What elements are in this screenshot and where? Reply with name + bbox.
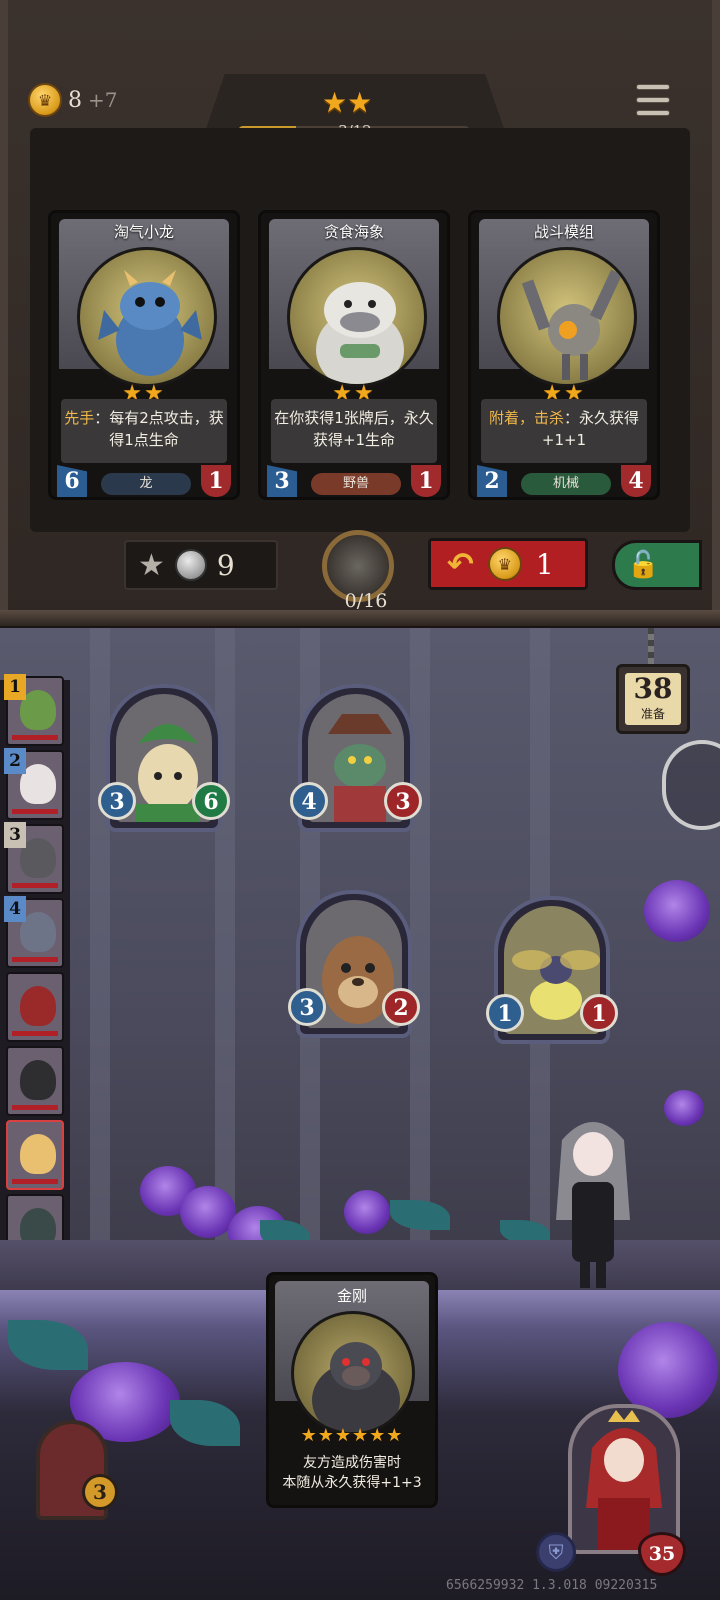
minion-health: 3	[384, 782, 422, 820]
minion-health: 2	[382, 988, 420, 1026]
roster-slot[interactable]: 2	[4, 748, 64, 820]
health-bar	[12, 1031, 58, 1036]
card-tribe: 龙	[101, 473, 191, 495]
minion-health: 1	[580, 994, 618, 1032]
card-health: 4	[621, 465, 651, 497]
tier-stars: ★★	[322, 86, 373, 119]
health-bar	[12, 1105, 58, 1110]
shield-icon[interactable]: ⛨	[536, 1532, 576, 1572]
build-id: 6566259932 1.3.018 09220315	[446, 1578, 658, 1593]
card-desc-text: 在你获得1张牌后，永久获得+1生命	[274, 409, 434, 449]
robot-portrait	[497, 247, 637, 387]
board-minion-1[interactable]: 3 6	[98, 684, 230, 832]
card-description: 友方造成伤害时 本随从永久获得+1+3	[277, 1453, 427, 1493]
gold-amount: 8	[68, 87, 82, 113]
roster-slot[interactable]: 4	[4, 896, 64, 968]
roster-rank: 2	[4, 748, 26, 774]
opponent-avatar	[20, 1060, 56, 1100]
card-name: 淘气小龙	[113, 223, 174, 241]
roster-rank: 1	[4, 674, 26, 700]
background-pillar	[410, 628, 430, 1288]
card-desc-text: ：每有2点攻击，获得1点生命	[94, 409, 224, 449]
card-name: 贪食海象	[323, 223, 384, 241]
gold-coin-icon: ♛	[28, 83, 62, 117]
card-description: 先手：每有2点攻击，获得1点生命	[61, 399, 227, 463]
opponent-avatar	[20, 986, 56, 1026]
board-minion-3[interactable]: 3 2	[288, 890, 420, 1038]
roster-slot[interactable]: 3	[4, 822, 64, 894]
ready-timer[interactable]: 38 准备	[616, 664, 690, 734]
rose-decoration	[344, 1190, 390, 1234]
chain-decoration	[648, 628, 654, 666]
hero-power-cost: 3	[82, 1474, 118, 1510]
card-desc-line: 友方造成伤害时	[303, 1455, 401, 1471]
menu-line-icon	[636, 110, 670, 116]
upgrade-cost: 9	[216, 548, 235, 582]
star-upgrade-icon: ★	[138, 547, 165, 583]
card-desc-line: 本随从永久获得+1+3	[282, 1475, 422, 1491]
refresh-arrow-icon: ↶	[447, 545, 474, 583]
refresh-cost: 1	[535, 547, 554, 581]
card-description: 在你获得1张牌后，永久获得+1生命	[271, 399, 437, 463]
ready-plate: 38 准备	[625, 673, 681, 725]
card-keyword: 先手	[64, 409, 95, 427]
minion-health: 6	[192, 782, 230, 820]
menu-line-icon	[636, 84, 670, 90]
card-attack: 2	[477, 465, 507, 497]
hand-card[interactable]: 金刚 ★★★★★★ 友方造成伤害时 本随从永久获得+1+3	[266, 1272, 438, 1508]
dragon-portrait	[77, 247, 217, 387]
minion-attack: 1	[486, 994, 524, 1032]
card-description: 附着，击杀：永久获得+1+1	[481, 399, 647, 463]
health-bar	[12, 1179, 58, 1184]
health-bar	[12, 957, 58, 962]
refresh-shop-button[interactable]: ↶ ♛ 1	[428, 538, 588, 590]
shop-card-1[interactable]: 淘气小龙 ★★ 先手：每有2点攻击，获得1点生命 6 龙 1	[48, 210, 240, 500]
card-tribe: 野兽	[311, 473, 401, 495]
minion-attack: 3	[98, 782, 136, 820]
gorilla-portrait	[291, 1311, 415, 1435]
gold-coin-icon: ♛	[487, 547, 522, 581]
ready-countdown: 38	[633, 672, 673, 705]
minion-attack: 3	[288, 988, 326, 1026]
card-attack: 3	[267, 465, 297, 497]
health-bar	[12, 883, 58, 888]
silver-coin-icon	[174, 549, 207, 581]
upgrade-tier-button[interactable]: ★ 9	[124, 540, 278, 590]
gold-counter: ♛ 8 +7	[28, 82, 117, 118]
card-tribe: 机械	[521, 473, 611, 495]
rose-decoration	[644, 880, 710, 942]
board-minion-4[interactable]: 1 1	[486, 896, 618, 1044]
card-stars: ★★★★★★	[300, 1425, 404, 1446]
lock-icon: 🔓	[627, 550, 660, 580]
ready-label: 准备	[640, 707, 665, 721]
menu-button[interactable]	[636, 84, 670, 116]
roster-slot[interactable]	[6, 972, 64, 1042]
roster-slot[interactable]	[6, 1046, 64, 1116]
card-name: 金刚	[336, 1287, 367, 1305]
card-health: 1	[201, 465, 231, 497]
shop-card-3[interactable]: 战斗模组 ★★ 附着，击杀：永久获得+1+1 2 机械 4	[468, 210, 660, 500]
shop-divider	[0, 610, 720, 628]
freeze-shop-button[interactable]: 🔓	[612, 540, 702, 590]
shop-card-2[interactable]: 贪食海象 ★★ 在你获得1张牌后，永久获得+1生命 3 野兽 1	[258, 210, 450, 500]
card-name: 战斗模组	[533, 223, 594, 241]
walrus-portrait	[287, 247, 427, 387]
menu-line-icon	[636, 97, 670, 103]
player-avatar	[548, 1110, 638, 1290]
roster-slot[interactable]: 1	[4, 674, 64, 746]
turn-counter: 0/16	[344, 590, 388, 612]
card-keyword: 附着，击杀	[488, 409, 564, 427]
roster-rank: 3	[4, 822, 26, 848]
card-health: 1	[411, 465, 441, 497]
health-bar	[12, 735, 58, 740]
roster-rank: 4	[4, 896, 26, 922]
roster-slot[interactable]	[6, 1120, 64, 1190]
rose-decoration	[664, 1090, 704, 1126]
minion-attack: 4	[290, 782, 328, 820]
board-minion-2[interactable]: 4 3	[290, 684, 422, 832]
card-attack: 6	[57, 465, 87, 497]
opponent-avatar	[20, 1134, 56, 1174]
health-bar	[12, 809, 58, 814]
gold-income: +7	[88, 88, 118, 112]
